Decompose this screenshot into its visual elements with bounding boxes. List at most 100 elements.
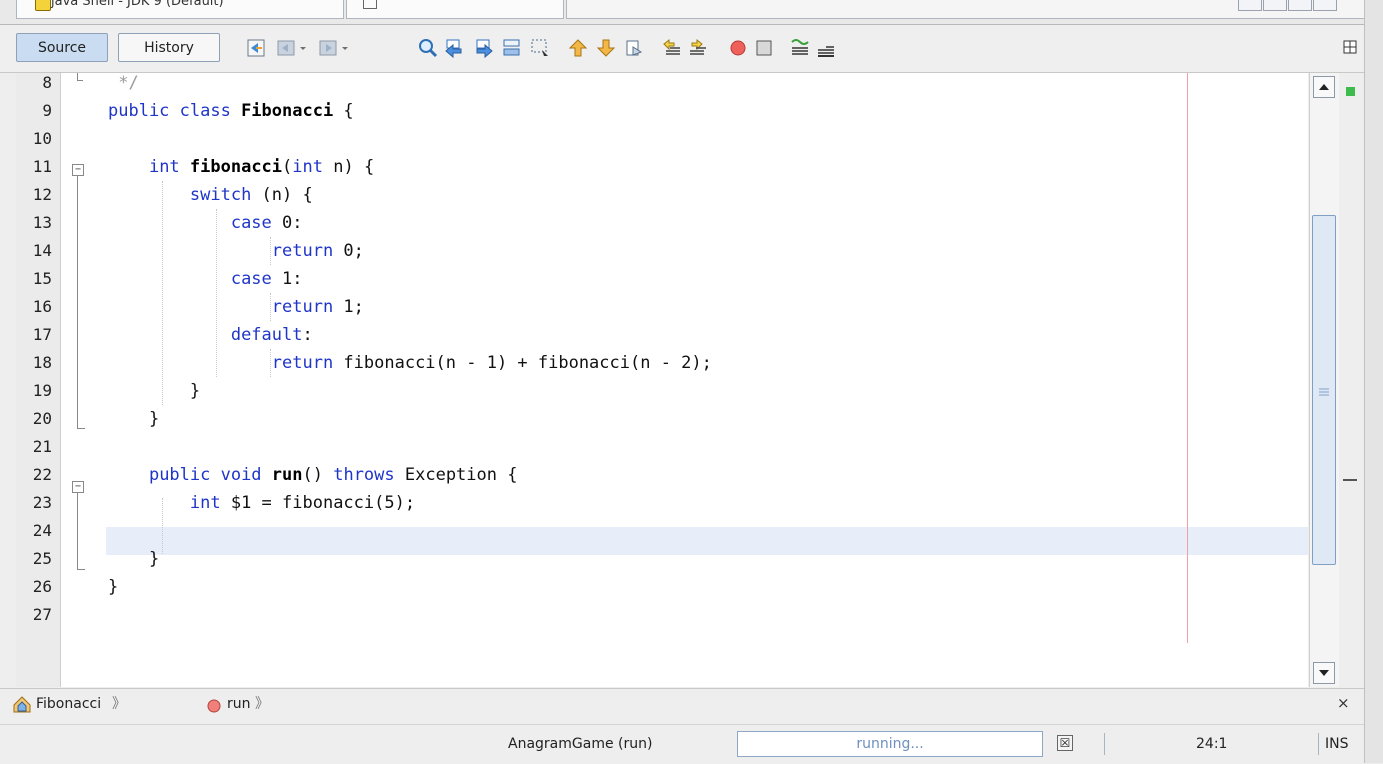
code-text: fibonacci(n - 1) + fibonacci(n - 2); <box>333 353 712 373</box>
tab-scroll-right-button[interactable] <box>1263 0 1287 11</box>
previous-bookmark-icon[interactable] <box>568 38 588 58</box>
keyword: case <box>230 213 272 233</box>
next-bookmark-icon[interactable] <box>596 38 616 58</box>
line-number: 19 <box>32 381 52 400</box>
insert-mode-indicator[interactable]: INS <box>1325 733 1349 755</box>
shift-left-icon[interactable] <box>662 38 682 58</box>
close-breadcrumb-button[interactable]: × <box>1337 694 1350 712</box>
code-line: int fibonacci(int n) { <box>108 153 374 181</box>
file-tab[interactable]: java Shell - JDK 9 (Default) <box>16 0 344 19</box>
keyword: int <box>292 157 323 177</box>
fold-line <box>77 176 78 428</box>
code-text: () <box>302 465 334 485</box>
shift-right-icon[interactable] <box>688 38 708 58</box>
code-line: int $1 = fibonacci(5); <box>108 489 415 517</box>
window-edge <box>1364 0 1383 763</box>
line-number: 11 <box>32 157 52 176</box>
keyword: return <box>271 297 334 317</box>
code-line: return 1; <box>108 293 364 321</box>
line-number: 25 <box>32 549 52 568</box>
fold-end-marker <box>77 80 83 81</box>
current-line-highlight <box>106 527 1308 555</box>
caret-position: 24:1 <box>1196 736 1228 752</box>
fold-line <box>77 73 78 80</box>
class-icon <box>12 695 32 713</box>
line-number: 18 <box>32 353 52 372</box>
uncomment-icon[interactable] <box>816 38 836 58</box>
code-text: Exception { <box>394 465 518 485</box>
keyword: int <box>148 157 190 177</box>
toggle-highlight-icon[interactable] <box>502 38 522 58</box>
line-number: 21 <box>32 437 52 456</box>
forward-icon[interactable] <box>318 38 352 58</box>
scroll-down-button[interactable] <box>1313 662 1335 684</box>
breadcrumb-separator: 》 <box>255 696 269 712</box>
line-number: 26 <box>32 577 52 596</box>
method-name: fibonacci <box>189 157 283 177</box>
code-text: 1; <box>333 297 364 317</box>
line-number: 8 <box>42 73 52 92</box>
toggle-rectangular-icon[interactable] <box>530 38 550 58</box>
last-edit-icon[interactable] <box>246 38 266 58</box>
stop-macro-icon[interactable] <box>754 38 774 58</box>
scroll-thumb[interactable] <box>1312 215 1336 565</box>
status-separator <box>1104 733 1105 755</box>
cancel-process-button[interactable]: ☒ <box>1057 735 1073 751</box>
split-window-icon[interactable] <box>1341 38 1361 58</box>
method-icon <box>207 698 221 713</box>
comment-icon[interactable] <box>790 38 810 58</box>
keyword: int <box>189 493 221 513</box>
fold-line <box>77 493 78 569</box>
line-number: 27 <box>32 605 52 624</box>
scroll-up-button[interactable] <box>1313 76 1335 98</box>
show-opened-documents-button[interactable] <box>1288 0 1312 11</box>
source-tab-button[interactable]: Source <box>16 33 108 62</box>
fold-end-marker <box>77 569 85 570</box>
start-macro-icon[interactable] <box>728 38 748 58</box>
code-text: 1: <box>271 269 303 289</box>
code-line: case 1: <box>108 265 303 293</box>
document-icon <box>363 0 377 9</box>
breadcrumb-method[interactable]: run <box>227 694 251 714</box>
running-process-label[interactable]: AnagramGame (run) <box>508 733 652 755</box>
line-number: 14 <box>32 241 52 260</box>
second-tab[interactable] <box>346 0 564 19</box>
fold-toggle-icon[interactable]: − <box>72 481 84 493</box>
line-number: 17 <box>32 325 52 344</box>
breadcrumb-class[interactable]: Fibonacci <box>36 694 101 714</box>
tab-scroll-left-button[interactable] <box>1238 0 1262 11</box>
line-number: 23 <box>32 493 52 512</box>
maximize-window-button[interactable] <box>1313 0 1337 11</box>
line-number: 15 <box>32 269 52 288</box>
java-shell-icon <box>35 0 51 11</box>
breadcrumb <box>0 688 1364 721</box>
code-text: n) { <box>323 157 375 177</box>
line-number: 16 <box>32 297 52 316</box>
code-text: 0: <box>271 213 303 233</box>
back-icon[interactable] <box>276 38 310 58</box>
code-line: switch (n) { <box>108 181 313 209</box>
status-separator <box>1318 733 1319 755</box>
find-selection-icon[interactable] <box>418 38 438 58</box>
code-line: return fibonacci(n - 1) + fibonacci(n - … <box>108 349 712 377</box>
keyword: throws <box>333 465 395 485</box>
class-name: Fibonacci <box>241 101 334 121</box>
find-next-icon[interactable] <box>474 38 494 59</box>
error-stripe[interactable] <box>1339 73 1364 687</box>
line-number: 22 <box>32 465 52 484</box>
history-tab-button[interactable]: History <box>118 33 220 62</box>
fold-toggle-icon[interactable]: − <box>72 164 84 176</box>
keyword: default <box>230 325 303 345</box>
toggle-bookmark-icon[interactable] <box>624 38 644 58</box>
keyword: return <box>271 353 334 373</box>
find-previous-icon[interactable] <box>444 38 464 59</box>
keyword: case <box>230 269 272 289</box>
code-line: public class Fibonacci { <box>108 97 354 125</box>
progress-indicator[interactable]: running... <box>737 731 1043 757</box>
